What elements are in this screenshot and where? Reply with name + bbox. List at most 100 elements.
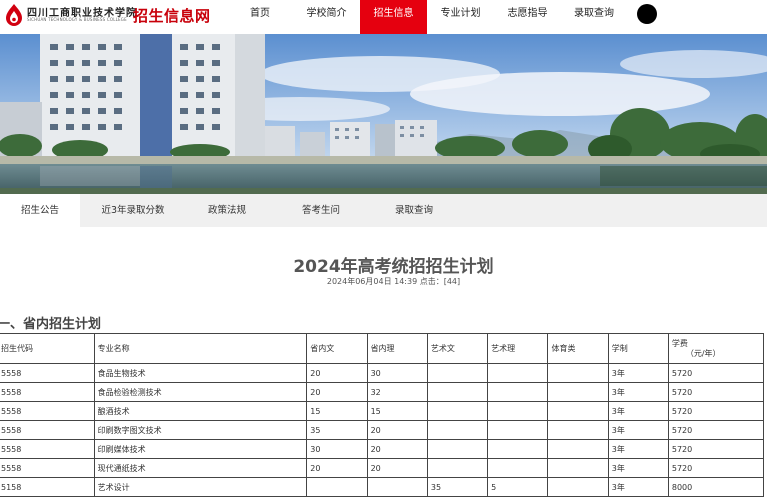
cell-art-arts: [426, 401, 489, 421]
cell-province-arts: [306, 477, 368, 497]
cell-art-science: [487, 458, 549, 478]
school-emblem-icon: [6, 4, 22, 26]
cell-major: 食品检验检测技术: [93, 382, 308, 402]
cell-province-arts: 20: [306, 382, 368, 402]
cell-art-arts: [426, 420, 489, 440]
table-row: 5558 印刷媒体技术 30 20 3年 5720: [0, 439, 765, 459]
cell-duration: 3年: [607, 401, 669, 421]
cell-province-arts: 20: [306, 363, 368, 383]
header-tuition-label: 学费: [671, 338, 688, 348]
campus-banner: [0, 34, 767, 194]
nav-item-majors[interactable]: 专业计划: [427, 0, 494, 34]
header-province-arts: 省内文: [306, 333, 368, 364]
cell-major: 现代通纸技术: [93, 458, 308, 478]
cell-sports: [547, 439, 609, 459]
cell-code: 5558: [0, 382, 95, 402]
enrollment-plan-table: 招生代码 专业名称 省内文 省内理 艺术文 艺术理 体育类 学制 学费 （元/年）…: [0, 333, 765, 497]
table-row: 5558 食品检验检测技术 20 32 3年 5720: [0, 382, 765, 402]
table-row: 5558 食品生物技术 20 30 3年 5720: [0, 363, 765, 383]
cell-tuition: 5720: [667, 401, 765, 421]
cell-sports: [547, 420, 609, 440]
table-row: 5558 现代通纸技术 20 20 3年 5720: [0, 458, 765, 478]
header-major: 专业名称: [93, 333, 308, 364]
cell-code: 5558: [0, 363, 95, 383]
header-art-arts: 艺术文: [426, 333, 489, 364]
cell-duration: 3年: [607, 363, 669, 383]
cell-major: 食品生物技术: [93, 363, 308, 383]
cell-tuition: 5720: [667, 439, 765, 459]
cell-tuition: 8000: [667, 477, 765, 497]
section-heading: 一、省内招生计划: [0, 317, 102, 332]
header-tuition-unit: （元/年）: [685, 348, 721, 358]
cell-province-arts: 30: [306, 439, 368, 459]
cell-duration: 3年: [607, 420, 669, 440]
cell-art-science: [487, 439, 549, 459]
cell-art-arts: 35: [426, 477, 489, 497]
school-name-english: SICHUAN TECHNOLOGY & BUSINESS COLLEGE: [27, 17, 127, 22]
cell-province-science: 20: [366, 439, 428, 459]
cell-duration: 3年: [607, 458, 669, 478]
tab-faq[interactable]: 答考生问: [280, 194, 362, 227]
campus-photo: [0, 34, 767, 194]
nav-item-home[interactable]: 首页: [227, 0, 293, 34]
site-logo[interactable]: 四川工商职业技术学院 SICHUAN TECHNOLOGY & BUSINESS…: [0, 0, 240, 34]
cell-tuition: 5720: [667, 363, 765, 383]
cell-major: 印刷数字图文技术: [93, 420, 308, 440]
tab-policies[interactable]: 政策法规: [186, 194, 268, 227]
cell-province-arts: 15: [306, 401, 368, 421]
cell-sports: [547, 477, 609, 497]
header-art-science: 艺术理: [487, 333, 549, 364]
nav-item-query[interactable]: 录取查询: [561, 0, 627, 34]
article-title: 2024年高考统招招生计划: [293, 257, 494, 277]
cell-sports: [547, 401, 609, 421]
cell-major: 艺术设计: [93, 477, 308, 497]
table-row: 5558 酿酒技术 15 15 3年 5720: [0, 401, 765, 421]
tab-admission-query[interactable]: 录取查询: [373, 194, 455, 227]
tab-past-scores[interactable]: 近3年录取分数: [92, 194, 174, 227]
cell-duration: 3年: [607, 477, 669, 497]
cell-art-arts: [426, 458, 489, 478]
cell-province-science: 32: [366, 382, 428, 402]
header-sports: 体育类: [547, 333, 609, 364]
header-duration: 学制: [607, 333, 669, 364]
cell-art-arts: [426, 363, 489, 383]
cell-art-arts: [426, 382, 489, 402]
article-meta: 2024年06月04日 14:39 点击：[44]: [326, 277, 461, 286]
cell-tuition: 5720: [667, 420, 765, 440]
cell-art-science: [487, 363, 549, 383]
nav-item-guidance[interactable]: 志愿指导: [494, 0, 561, 34]
cell-sports: [547, 382, 609, 402]
cell-art-arts: [426, 439, 489, 459]
menu-dot-icon[interactable]: [637, 4, 657, 24]
cell-code: 5158: [0, 477, 95, 497]
cell-code: 5558: [0, 439, 95, 459]
nav-item-admissions[interactable]: 招生信息: [360, 0, 427, 34]
table-row: 5558 印刷数字图文技术 35 20 3年 5720: [0, 420, 765, 440]
header-province-science: 省内理: [366, 333, 428, 364]
cell-duration: 3年: [607, 382, 669, 402]
cell-art-science: [487, 382, 549, 402]
nav-item-about[interactable]: 学校简介: [293, 0, 360, 34]
site-header: 四川工商职业技术学院 SICHUAN TECHNOLOGY & BUSINESS…: [0, 0, 767, 34]
cell-province-science: 15: [366, 401, 428, 421]
sub-nav: 招生公告 近3年录取分数 政策法规 答考生问 录取查询: [0, 194, 767, 227]
cell-major: 酿酒技术: [93, 401, 308, 421]
cell-duration: 3年: [607, 439, 669, 459]
site-title: 招生信息网: [133, 7, 211, 25]
header-code: 招生代码: [0, 333, 95, 364]
cell-province-science: [366, 477, 428, 497]
cell-art-science: [487, 420, 549, 440]
cell-province-science: 30: [366, 363, 428, 383]
table-header-row: 招生代码 专业名称 省内文 省内理 艺术文 艺术理 体育类 学制 学费 （元/年）: [0, 333, 765, 364]
cell-code: 5558: [0, 458, 95, 478]
cell-sports: [547, 458, 609, 478]
cell-province-arts: 20: [306, 458, 368, 478]
cell-tuition: 5720: [667, 458, 765, 478]
table-row: 5158 艺术设计 35 5 3年 8000: [0, 477, 765, 497]
header-tuition: 学费 （元/年）: [667, 333, 765, 364]
cell-code: 5558: [0, 401, 95, 421]
cell-sports: [547, 363, 609, 383]
cell-major: 印刷媒体技术: [93, 439, 308, 459]
tab-announcement[interactable]: 招生公告: [0, 194, 80, 227]
cell-code: 5558: [0, 420, 95, 440]
